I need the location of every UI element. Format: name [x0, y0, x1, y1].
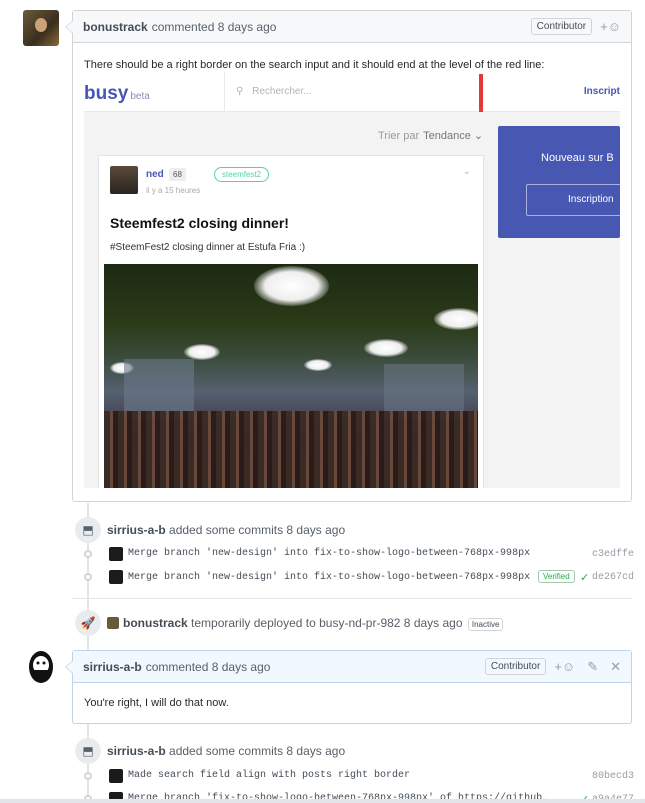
- commit-event: sirrius-a-b added some commits 8 days ag…: [107, 744, 345, 758]
- inactive-badge: Inactive: [467, 618, 504, 631]
- comment-timestamp[interactable]: commented 8 days ago: [146, 660, 271, 674]
- reputation-badge: 68: [169, 168, 186, 181]
- comment-body: You're right, I will do that now.: [84, 697, 229, 709]
- commit-message[interactable]: Merge branch 'new-design' into fix-to-sh…: [128, 572, 530, 583]
- search-icon: ⚲: [236, 86, 244, 97]
- deploy-event: bonustrack temporarily deployed to busy-…: [123, 616, 504, 631]
- busy-logo: busy beta: [84, 83, 150, 104]
- search-input: ⚲ Rechercher...: [236, 86, 312, 97]
- edit-icon[interactable]: ✎: [587, 659, 598, 675]
- chevron-down-icon: ⌄: [462, 166, 471, 177]
- post-tag: steemfest2: [214, 167, 270, 182]
- commit-icon: ⬒: [75, 517, 101, 543]
- signup-card-title: Nouveau sur B: [541, 152, 614, 164]
- comment: sirrius-a-b commented 8 days ago Contrib…: [65, 650, 632, 724]
- post-title: Steemfest2 closing dinner!: [110, 215, 289, 231]
- post-author: ned: [146, 169, 164, 180]
- sort-selector: Trier par Tendance ⌄: [378, 130, 484, 142]
- commit-dot: [84, 772, 92, 780]
- event-author[interactable]: sirrius-a-b: [107, 523, 166, 537]
- commit-icon: ⬒: [75, 738, 101, 764]
- comment-header: sirrius-a-b commented 8 days ago Contrib…: [73, 651, 631, 683]
- signup-card: Nouveau sur B Inscription: [498, 126, 620, 238]
- commit-event: sirrius-a-b added some commits 8 days ag…: [107, 523, 345, 537]
- rocket-icon: 🚀: [75, 610, 101, 636]
- embedded-screenshot: busy beta ⚲ Rechercher... Inscript Trier …: [84, 72, 620, 488]
- signup-link: Inscript: [583, 86, 620, 97]
- avatar[interactable]: [109, 570, 123, 584]
- post-card: ned 68 il y a 15 heures steemfest2 ⌄ Ste…: [98, 155, 484, 488]
- post-time: il y a 15 heures: [146, 186, 201, 195]
- commit-message[interactable]: Made search field align with posts right…: [128, 770, 410, 781]
- comment-author[interactable]: bonustrack: [83, 20, 148, 34]
- commit-sha[interactable]: de267cd: [592, 572, 634, 583]
- busy-header: busy beta ⚲ Rechercher... Inscript: [84, 72, 620, 112]
- event-action: added some commits 8 days ago: [169, 744, 346, 758]
- avatar[interactable]: [109, 547, 123, 561]
- comment-author[interactable]: sirrius-a-b: [83, 660, 142, 674]
- event-author[interactable]: bonustrack: [123, 616, 188, 630]
- signup-button: Inscription: [526, 184, 620, 216]
- avatar[interactable]: [109, 769, 123, 783]
- contributor-badge: Contributor: [530, 18, 593, 35]
- avatar[interactable]: [23, 10, 59, 46]
- check-icon[interactable]: ✓: [580, 571, 589, 584]
- commit-sha[interactable]: 80becd3: [592, 771, 634, 782]
- commit-dot: [84, 550, 92, 558]
- contributor-badge: Contributor: [484, 658, 547, 675]
- avatar: [110, 166, 138, 194]
- avatar[interactable]: [107, 617, 119, 629]
- comment-timestamp[interactable]: commented 8 days ago: [152, 20, 277, 34]
- add-reaction-icon[interactable]: +☺: [554, 659, 575, 674]
- red-line-marker: [479, 74, 483, 112]
- scroll-edge: [0, 799, 645, 803]
- divider: [72, 598, 632, 599]
- commit-message[interactable]: Merge branch 'new-design' into fix-to-sh…: [128, 548, 530, 559]
- event-action: temporarily deployed to busy-nd-pr-982 8…: [191, 616, 463, 630]
- post-photo: [104, 264, 478, 488]
- add-reaction-icon[interactable]: +☺: [600, 19, 621, 34]
- avatar[interactable]: [22, 648, 60, 686]
- event-action: added some commits 8 days ago: [169, 523, 346, 537]
- commit-sha[interactable]: c3edffe: [592, 549, 634, 560]
- close-icon[interactable]: ✕: [610, 659, 621, 675]
- verified-badge[interactable]: Verified: [538, 570, 575, 583]
- comment-body: There should be a right border on the se…: [84, 59, 545, 71]
- event-author[interactable]: sirrius-a-b: [107, 744, 166, 758]
- post-description: #SteemFest2 closing dinner at Estufa Fri…: [110, 242, 306, 253]
- comment-header: bonustrack commented 8 days ago Contribu…: [73, 11, 631, 43]
- commit-dot: [84, 573, 92, 581]
